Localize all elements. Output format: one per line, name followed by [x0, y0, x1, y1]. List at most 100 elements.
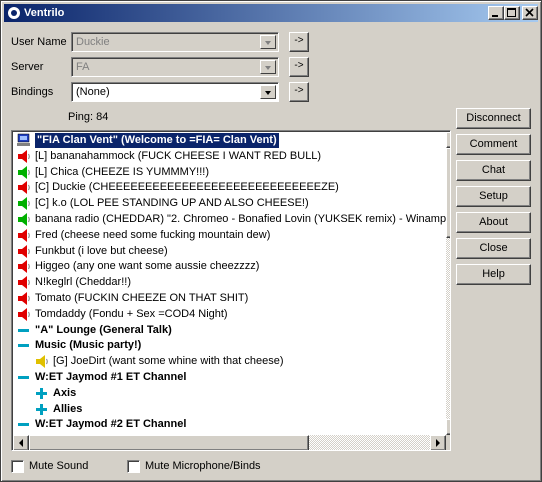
arrow-down-icon [447, 420, 451, 434]
disconnect-button[interactable]: Disconnect [456, 108, 531, 129]
bindings-label: Bindings [11, 86, 54, 98]
scroll-right-button[interactable] [430, 435, 446, 450]
username-label: User Name [11, 36, 67, 48]
user-row[interactable]: [C] Duckie (CHEEEEEEEEEEEEEEEEEEEEEEEEEE… [16, 180, 339, 195]
speaker-red-icon [16, 275, 32, 290]
chat-button[interactable]: Chat [456, 160, 531, 181]
user-row[interactable]: N!keglrl (Cheddar!!) [16, 275, 131, 290]
scroll-left-button[interactable] [13, 435, 29, 450]
tree-item-label: [C] Duckie (CHEEEEEEEEEEEEEEEEEEEEEEEEEE… [35, 181, 339, 194]
server-combo[interactable]: FA [71, 57, 279, 77]
user-row[interactable]: Fred (cheese need some fucking mountain … [16, 228, 270, 243]
username-combo[interactable]: Duckie [71, 32, 279, 52]
scroll-down-button[interactable] [446, 419, 451, 435]
user-row[interactable]: Higgeo (any one want some aussie cheezzz… [16, 259, 259, 274]
server-value: FA [76, 61, 90, 73]
maximize-icon [507, 8, 516, 17]
window-title: Ventrilo [24, 7, 65, 19]
speaker-green-icon [16, 196, 32, 211]
bindings-manage-button[interactable]: -> [289, 82, 309, 102]
user-row[interactable]: Tomdaddy (Fondu + Sex =COD4 Night) [16, 307, 228, 322]
tree-item-label: [L] Chica (CHEEZE IS YUMMMY!!!) [35, 165, 209, 178]
horizontal-scroll-thumb[interactable] [29, 435, 309, 450]
close-button[interactable]: Close [456, 238, 531, 259]
channel-row[interactable]: W:ET Jaymod #2 ET Channel [16, 417, 186, 432]
tree-item-label: [C] k.o (LOL PEE STANDING UP AND ALSO CH… [35, 197, 309, 210]
user-row[interactable]: Funkbut (i love but cheese) [16, 244, 168, 259]
mute-mic-checkbox[interactable] [127, 460, 140, 473]
speaker-red-icon [16, 180, 32, 195]
channel-expand-icon [34, 402, 50, 417]
mute-sound-checkbox[interactable] [11, 460, 24, 473]
close-icon [525, 8, 534, 17]
about-button[interactable]: About [456, 212, 531, 233]
tree-item-label: Music (Music party!) [35, 339, 142, 352]
speaker-red-icon [16, 149, 32, 164]
user-row[interactable]: [L] bananahammock (FUCK CHEESE I WANT RE… [16, 149, 321, 164]
tree-item-label: "A" Lounge (General Talk) [35, 323, 172, 336]
arrow-left-icon [19, 439, 23, 447]
server-label: Server [11, 61, 44, 73]
maximize-button[interactable] [504, 6, 520, 20]
channel-row[interactable]: Music (Music party!) [16, 338, 141, 353]
user-row[interactable]: Tomato (FUCKIN CHEEZE ON THAT SHIT) [16, 291, 248, 306]
user-row[interactable]: [C] k.o (LOL PEE STANDING UP AND ALSO CH… [16, 196, 309, 211]
channel-row[interactable]: Axis [34, 386, 76, 401]
tree-item-label: Tomato (FUCKIN CHEEZE ON THAT SHIT) [35, 292, 249, 304]
speaker-red-icon [16, 228, 32, 243]
speaker-green-icon [16, 212, 32, 227]
arrow-right-icon [436, 439, 440, 447]
horizontal-scrollbar[interactable] [13, 435, 446, 450]
scrollbar-corner [446, 435, 450, 450]
minimize-button[interactable] [488, 6, 504, 20]
bindings-value: (None) [76, 86, 110, 98]
bindings-dropdown-arrow-icon[interactable] [260, 85, 276, 99]
tree-item-label: W:ET Jaymod #2 ET Channel [35, 418, 187, 431]
comment-button[interactable]: Comment [456, 134, 531, 155]
setup-button[interactable]: Setup [456, 186, 531, 207]
speaker-red-icon [16, 259, 32, 274]
user-row[interactable]: [G] JoeDirt (want some whine with that c… [34, 354, 283, 369]
tree-item-label: Allies [53, 402, 83, 415]
mute-sound-label[interactable]: Mute Sound [29, 460, 88, 473]
close-window-button[interactable] [522, 6, 538, 20]
speaker-red-icon [16, 307, 32, 322]
speaker-green-icon [16, 165, 32, 180]
channel-collapse-icon [16, 370, 32, 385]
tree-item-label: Axis [53, 386, 77, 399]
title-bar[interactable]: Ventrilo [4, 4, 538, 22]
channel-row[interactable]: "A" Lounge (General Talk) [16, 323, 172, 338]
username-value: Duckie [76, 36, 110, 48]
channel-row[interactable]: Allies [34, 402, 82, 417]
tree-item-label: Fred (cheese need some fucking mountain … [35, 228, 271, 241]
ventrilo-window: Ventrilo User Name Duckie -> Server FA -… [0, 0, 542, 482]
tree-item-label: N!keglrl (Cheddar!!) [35, 276, 131, 289]
server-row[interactable]: "FIA Clan Vent" (Welcome to =FIA= Clan V… [16, 132, 280, 149]
scroll-up-button[interactable] [446, 132, 451, 148]
username-dropdown-arrow-icon[interactable] [260, 35, 276, 49]
username-manage-button[interactable]: -> [289, 32, 309, 52]
channel-tree[interactable]: "FIA Clan Vent" (Welcome to =FIA= Clan V… [11, 130, 451, 451]
speaker-red-icon [16, 291, 32, 306]
server-dropdown-arrow-icon[interactable] [260, 60, 276, 74]
channel-expand-icon [34, 386, 50, 401]
user-row[interactable]: [L] Chica (CHEEZE IS YUMMMY!!!) [16, 165, 209, 180]
tree-item-label: banana radio (CHEDDAR) "2. Chromeo - Bon… [35, 213, 450, 225]
speaker-red-icon [16, 244, 32, 259]
arrow-up-icon [447, 133, 451, 147]
tree-item-label: [G] JoeDirt (want some whine with that c… [53, 355, 284, 368]
user-row[interactable]: banana radio (CHEDDAR) "2. Chromeo - Bon… [16, 212, 450, 227]
bindings-combo[interactable]: (None) [71, 82, 279, 102]
vertical-scrollbar[interactable] [446, 132, 451, 435]
help-button[interactable]: Help [456, 264, 531, 285]
mute-mic-label[interactable]: Mute Microphone/Binds [145, 460, 261, 473]
server-manage-button[interactable]: -> [289, 57, 309, 77]
tree-item-label: "FIA Clan Vent" (Welcome to =FIA= Clan V… [34, 132, 280, 149]
minimize-icon [492, 15, 498, 17]
vertical-scroll-thumb[interactable] [446, 148, 450, 238]
server-icon [16, 133, 32, 148]
tree-item-label: Funkbut (i love but cheese) [35, 244, 168, 257]
ping-readout: Ping: 84 [68, 111, 109, 123]
channel-row[interactable]: W:ET Jaymod #1 ET Channel [16, 370, 186, 385]
channel-collapse-icon [16, 417, 32, 432]
